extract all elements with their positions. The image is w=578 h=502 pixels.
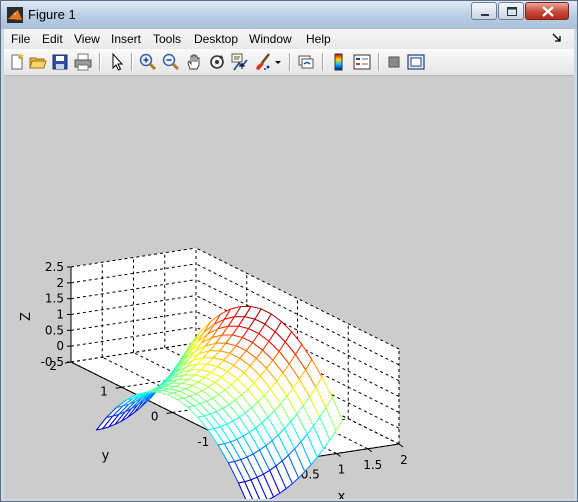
menu-bar: File Edit View Insert Tools Desktop Wind… — [4, 29, 574, 49]
window-title: Figure 1 — [28, 7, 76, 22]
rotate-3d-button[interactable] — [207, 52, 227, 72]
y-axis-label: y — [102, 449, 110, 464]
open-file-button[interactable] — [28, 52, 48, 72]
minimize-button[interactable] — [471, 2, 497, 20]
edit-plot-arrow-icon — [112, 52, 124, 71]
show-plot-tools-icon — [407, 54, 425, 70]
x-axis-label: x — [338, 490, 346, 500]
figure-canvas[interactable]: 00.511.52-2-1012-0.500.511.522.5xyZ — [4, 76, 574, 499]
toolbar-separator — [289, 53, 291, 71]
menu-edit[interactable]: Edit — [42, 32, 63, 46]
brush-icon — [256, 53, 270, 70]
z-tick-label: 2.5 — [45, 260, 64, 274]
z-axis-label: Z — [19, 312, 34, 321]
zoom-out-button[interactable] — [161, 52, 181, 72]
x-tick-mark — [336, 453, 341, 457]
link-plot-button[interactable] — [296, 52, 316, 72]
toolbar-separator — [131, 53, 133, 71]
dock-arrow-icon[interactable] — [552, 33, 562, 43]
brush-dropdown-button[interactable] — [273, 52, 283, 72]
new-figure-button[interactable] — [7, 52, 27, 72]
title-bar[interactable]: Figure 1 — [1, 1, 577, 29]
y-tick-mark — [166, 412, 173, 414]
figure-toolbar — [4, 49, 574, 76]
z-tick-label: -0.5 — [41, 355, 64, 369]
insert-legend-icon — [353, 54, 371, 70]
menu-desktop[interactable]: Desktop — [194, 32, 238, 46]
y-tick-label: 0 — [151, 410, 159, 424]
maximize-button[interactable] — [498, 2, 524, 20]
save-button[interactable] — [50, 52, 70, 72]
toolbar-separator — [378, 53, 380, 71]
x-tick-mark — [398, 443, 404, 448]
minimize-icon — [481, 14, 489, 16]
print-icon — [74, 53, 92, 71]
pan-hand-icon — [187, 54, 200, 70]
open-file-icon — [29, 57, 47, 69]
brush-dropdown-icon — [275, 61, 281, 64]
menu-insert[interactable]: Insert — [111, 32, 141, 46]
insert-legend-button[interactable] — [352, 52, 372, 72]
surface-plot[interactable]: 00.511.52-2-1012-0.500.511.522.5xyZ — [4, 76, 574, 499]
rotate-3d-icon — [210, 55, 224, 69]
close-icon — [542, 6, 554, 17]
print-button[interactable] — [73, 52, 93, 72]
window-client-area: File Edit View Insert Tools Desktop Wind… — [4, 29, 574, 499]
zoom-in-icon — [139, 53, 157, 71]
y-tick-label: -1 — [197, 435, 209, 449]
data-cursor-icon — [231, 53, 248, 71]
figure-window: Figure 1 File Edit View Insert Tools Des… — [0, 0, 578, 502]
toolbar-separator — [99, 53, 101, 71]
insert-colorbar-icon — [334, 53, 343, 71]
hide-plot-tools-icon — [388, 56, 400, 68]
menu-help[interactable]: Help — [306, 32, 331, 46]
menu-tools[interactable]: Tools — [153, 32, 181, 46]
zoom-out-icon — [162, 53, 180, 71]
edit-plot-button[interactable] — [107, 52, 127, 72]
menu-window[interactable]: Window — [249, 32, 292, 46]
z-tick-label: 1.5 — [45, 292, 64, 306]
x-tick-label: 2 — [400, 453, 408, 467]
maximize-icon — [507, 7, 517, 16]
insert-colorbar-button[interactable] — [329, 52, 349, 72]
save-icon — [52, 54, 68, 70]
pan-button[interactable] — [184, 52, 204, 72]
hide-plot-tools-button[interactable] — [384, 52, 404, 72]
brush-button[interactable] — [253, 52, 273, 72]
zoom-in-button[interactable] — [138, 52, 158, 72]
show-plot-tools-button[interactable] — [406, 52, 426, 72]
menu-view[interactable]: View — [74, 32, 100, 46]
z-tick-label: 0 — [56, 339, 64, 353]
close-button[interactable] — [525, 2, 569, 20]
x-tick-label: 1.5 — [363, 458, 382, 472]
matlab-logo-icon — [7, 7, 23, 23]
x-tick-label: 1 — [338, 463, 346, 477]
x-tick-mark — [367, 448, 373, 453]
link-plot-icon — [298, 55, 314, 69]
data-cursor-button[interactable] — [230, 52, 250, 72]
menu-file[interactable]: File — [11, 32, 30, 46]
z-tick-label: 0.5 — [45, 323, 64, 337]
z-tick-label: 2 — [56, 276, 64, 290]
toolbar-separator — [322, 53, 324, 71]
new-figure-icon — [11, 53, 24, 70]
z-tick-label: 1 — [56, 307, 64, 321]
y-tick-label: 1 — [100, 384, 108, 398]
y-tick-mark — [115, 386, 122, 389]
